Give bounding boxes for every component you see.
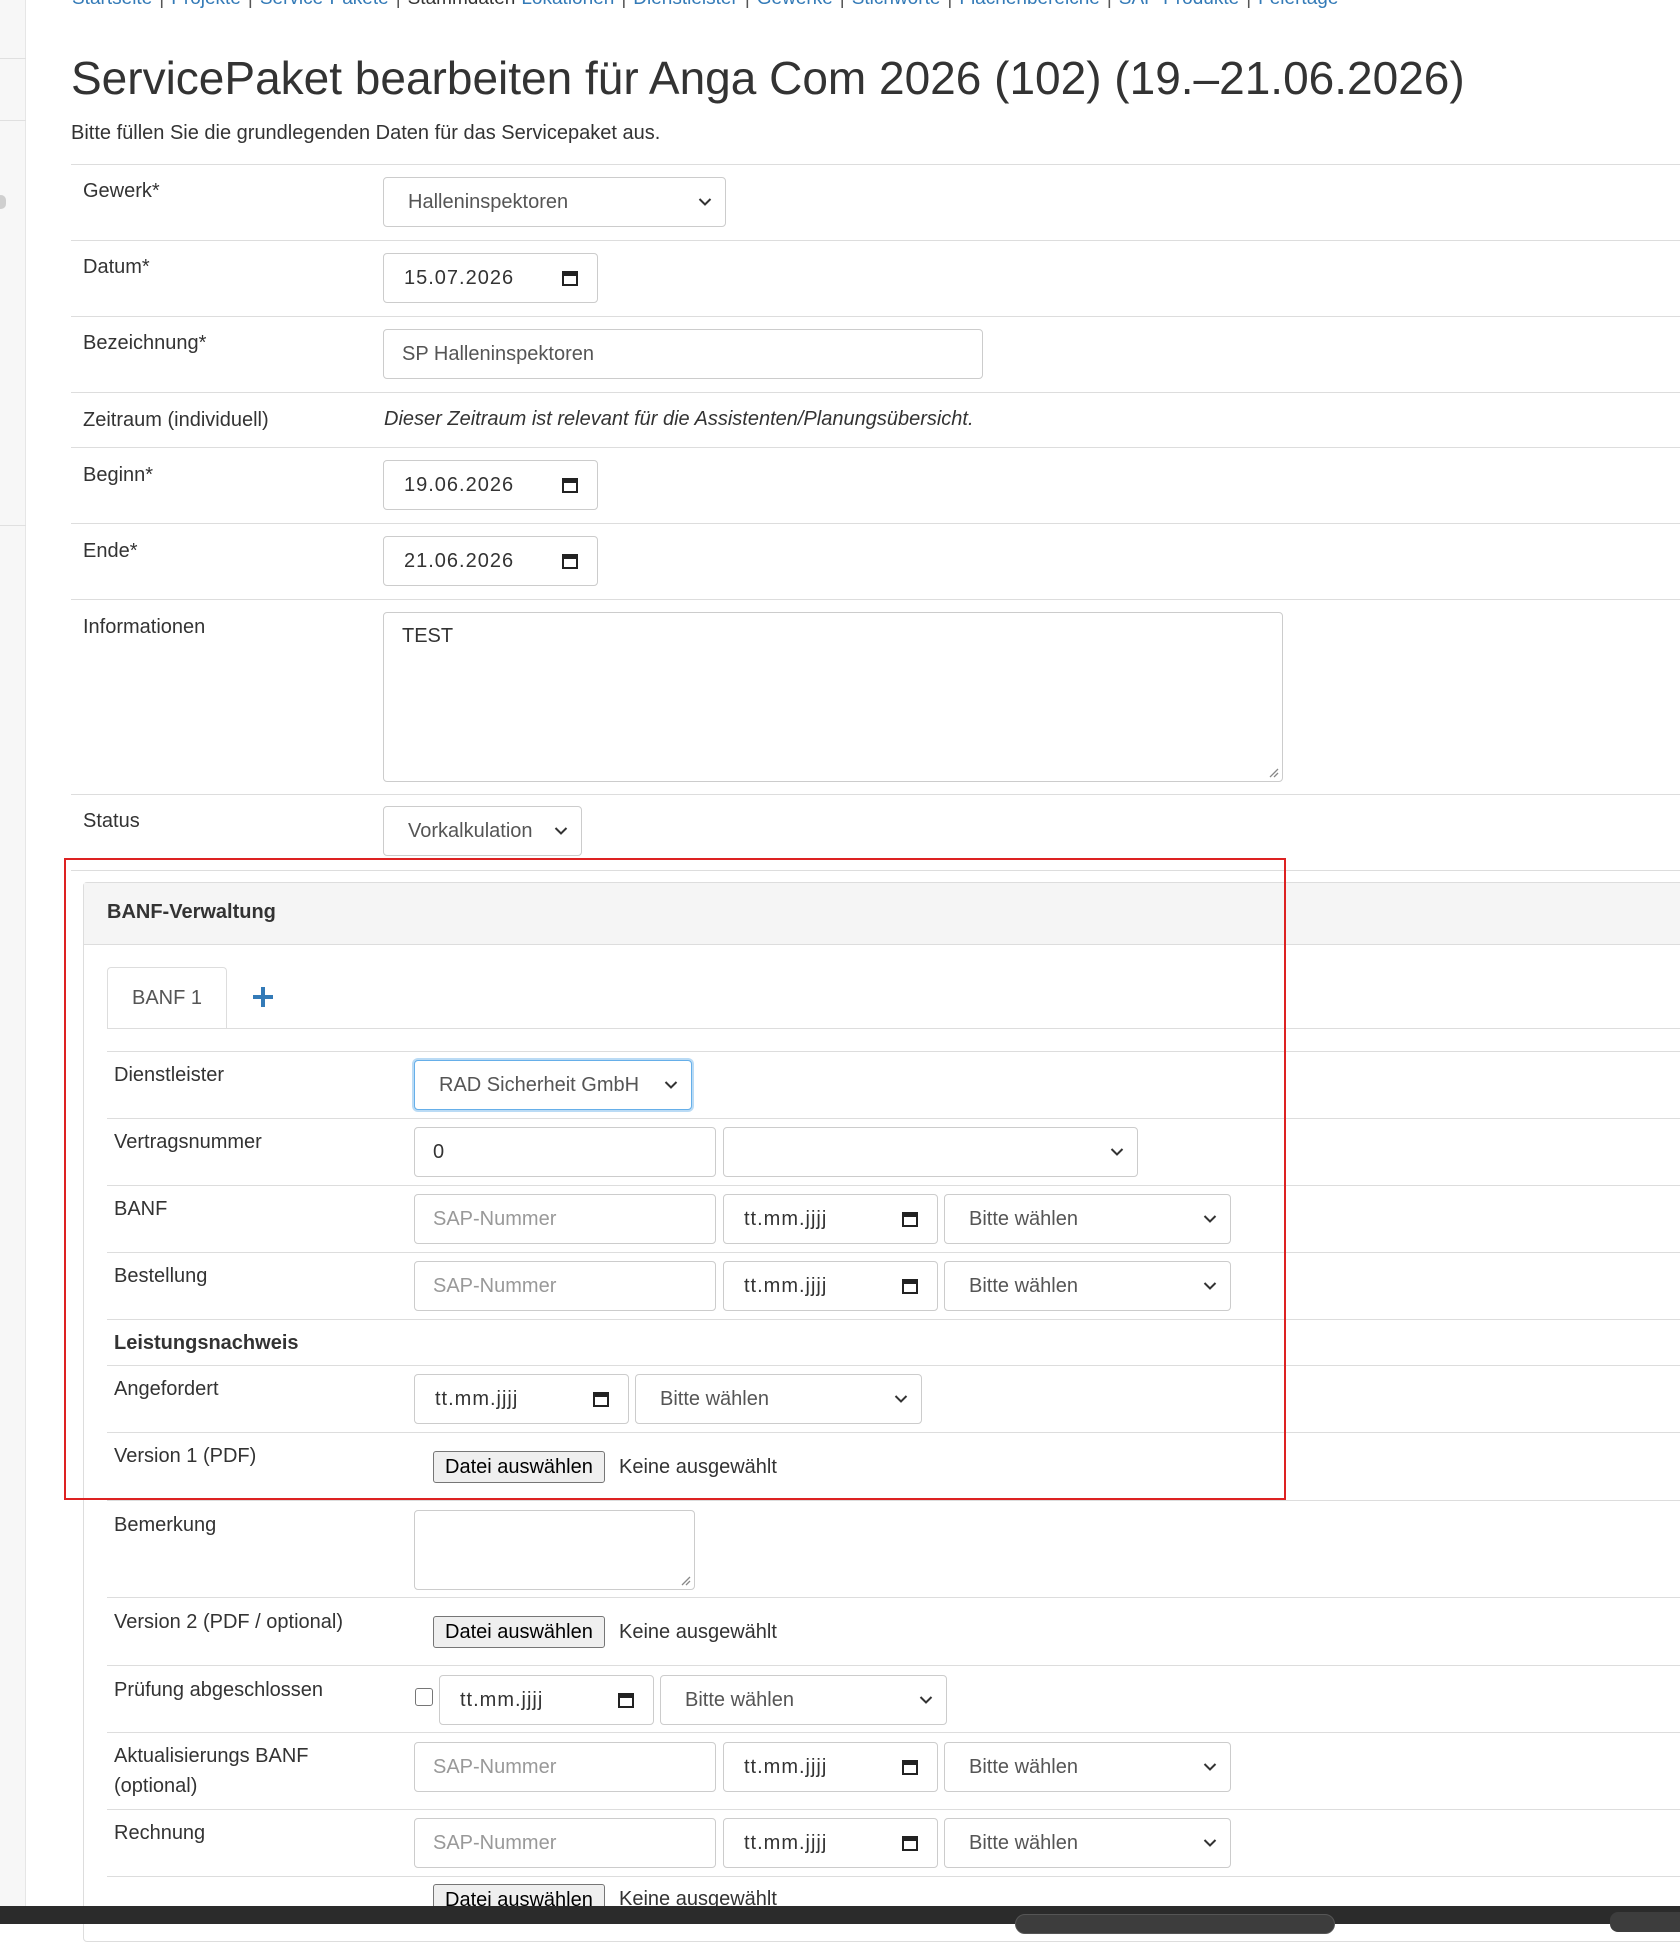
version1-file-status: Keine ausgewählt [619,1456,777,1478]
version1-file-button[interactable]: Datei auswählen [433,1451,605,1483]
angefordert-label: Angefordert [114,1378,219,1400]
breadcrumb-flaechenbereiche[interactable]: Flächenbereiche [959,0,1099,9]
calendar-icon[interactable] [617,1691,635,1709]
calendar-icon[interactable] [561,476,579,494]
chevron-down-icon [887,1394,915,1404]
version2-file-button[interactable]: Datei auswählen [433,1616,605,1648]
zeitraum-label: Zeitraum (individuell) [83,409,269,431]
zeitraum-note: Dieser Zeitraum ist relevant für die Ass… [384,408,974,430]
beginn-label: Beginn* [83,464,154,486]
ende-input[interactable]: 21.06.2026 [383,536,598,586]
taskbar-pill[interactable] [1015,1914,1335,1934]
aktualisierung-sap-input[interactable]: SAP-Nummer [414,1742,716,1792]
angefordert-date-input[interactable]: tt.mm.jjjj [414,1374,629,1424]
chevron-down-icon [1196,1762,1224,1772]
tab-banf-1[interactable]: BANF 1 [107,967,227,1029]
ende-label: Ende* [83,540,138,562]
breadcrumb-feiertage[interactable]: Feiertage [1258,0,1338,9]
breadcrumb-gewerke[interactable]: Gewerke [757,0,833,9]
version2-file-status: Keine ausgewählt [619,1621,777,1643]
status-select[interactable]: Vorkalkulation [383,806,582,856]
informationen-textarea[interactable]: TEST [383,612,1283,782]
calendar-icon[interactable] [901,1758,919,1776]
banf-label: BANF [114,1198,168,1220]
dienstleister-select[interactable]: RAD Sicherheit GmbH [414,1060,692,1110]
breadcrumb-stichworte[interactable]: Stichworte [852,0,941,9]
vertragsnummer-input[interactable]: 0 [414,1127,716,1177]
banf-panel-title: BANF-Verwaltung [107,901,276,923]
rechnung-date-input[interactable]: tt.mm.jjjj [723,1818,938,1868]
breadcrumb-startseite[interactable]: Startseite [72,0,152,9]
page-title: ServicePaket bearbeiten für Anga Com 202… [71,52,1465,104]
datum-label: Datum* [83,256,150,278]
pruefung-date-input[interactable]: tt.mm.jjjj [439,1675,654,1725]
banf-panel-header: BANF-Verwaltung [84,883,1680,945]
chevron-down-icon [1103,1147,1131,1157]
chevron-down-icon [657,1080,685,1090]
scroll-handle[interactable] [0,195,6,209]
resize-grip-icon[interactable] [1267,766,1279,778]
breadcrumb-dienstleister[interactable]: Dienstleister [633,0,738,9]
gewerk-label: Gewerk* [83,180,160,202]
bestellung-date-input[interactable]: tt.mm.jjjj [723,1261,938,1311]
aktualisierung-label: Aktualisierungs BANF (optional) [114,1745,309,1797]
calendar-icon[interactable] [901,1834,919,1852]
banf-person-select[interactable]: Bitte wählen [944,1194,1231,1244]
bezeichnung-input[interactable]: SP Halleninspektoren [383,329,983,379]
pruefung-person-select[interactable]: Bitte wählen [660,1675,947,1725]
version1-label: Version 1 (PDF) [114,1445,257,1467]
version2-label: Version 2 (PDF / optional) [114,1611,343,1633]
gewerk-select[interactable]: Halleninspektoren [383,177,726,227]
datum-input[interactable]: 15.07.2026 [383,253,598,303]
rechnung-person-select[interactable]: Bitte wählen [944,1818,1231,1868]
chevron-down-icon [1196,1214,1224,1224]
leistungsnachweis-heading: Leistungsnachweis [114,1332,299,1354]
status-label: Status [83,810,140,832]
calendar-icon[interactable] [901,1210,919,1228]
page-subtitle: Bitte füllen Sie die grundlegenden Daten… [71,122,661,144]
aktualisierung-date-input[interactable]: tt.mm.jjjj [723,1742,938,1792]
bestellung-person-select[interactable]: Bitte wählen [944,1261,1231,1311]
banf-date-input[interactable]: tt.mm.jjjj [723,1194,938,1244]
resize-grip-icon[interactable] [679,1574,691,1586]
breadcrumb-stammdaten: Stammdaten [408,0,516,9]
chevron-down-icon [912,1695,940,1705]
aktualisierung-person-select[interactable]: Bitte wählen [944,1742,1231,1792]
vertragsnummer-select[interactable] [723,1127,1138,1177]
taskbar-pill-right[interactable] [1610,1912,1680,1932]
angefordert-person-select[interactable]: Bitte wählen [635,1374,922,1424]
bemerkung-textarea[interactable] [414,1510,695,1590]
breadcrumb-projekte[interactable]: Projekte [171,0,241,9]
pruefung-label: Prüfung abgeschlossen [114,1679,324,1701]
left-sidebar-edge [0,0,26,1924]
calendar-icon[interactable] [592,1390,610,1408]
bemerkung-label: Bemerkung [114,1514,217,1536]
chevron-down-icon [1196,1838,1224,1848]
breadcrumb: Startseite|Projekte|Service-Pakete|Stamm… [72,0,1338,10]
chevron-down-icon [1196,1281,1224,1291]
rechnung-sap-input[interactable]: SAP-Nummer [414,1818,716,1868]
chevron-down-icon [691,197,719,207]
bestellung-sap-input[interactable]: SAP-Nummer [414,1261,716,1311]
vertragsnummer-label: Vertragsnummer [114,1131,262,1153]
bestellung-label: Bestellung [114,1265,208,1287]
calendar-icon[interactable] [561,269,579,287]
dienstleister-label: Dienstleister [114,1064,225,1086]
taskbar [0,1906,1680,1934]
banf-sap-input[interactable]: SAP-Nummer [414,1194,716,1244]
calendar-icon[interactable] [561,552,579,570]
breadcrumb-service-pakete[interactable]: Service-Pakete [260,0,389,9]
pruefung-checkbox[interactable] [415,1688,433,1706]
breadcrumb-lokationen[interactable]: Lokationen [515,0,614,9]
chevron-down-icon [547,826,575,836]
informationen-label: Informationen [83,616,206,638]
add-banf-plus-icon[interactable] [250,984,276,1010]
rechnung-label: Rechnung [114,1822,206,1844]
bezeichnung-label: Bezeichnung* [83,332,207,354]
breadcrumb-sap-produkte[interactable]: SAP-Produkte [1119,0,1239,9]
calendar-icon[interactable] [901,1277,919,1295]
beginn-input[interactable]: 19.06.2026 [383,460,598,510]
